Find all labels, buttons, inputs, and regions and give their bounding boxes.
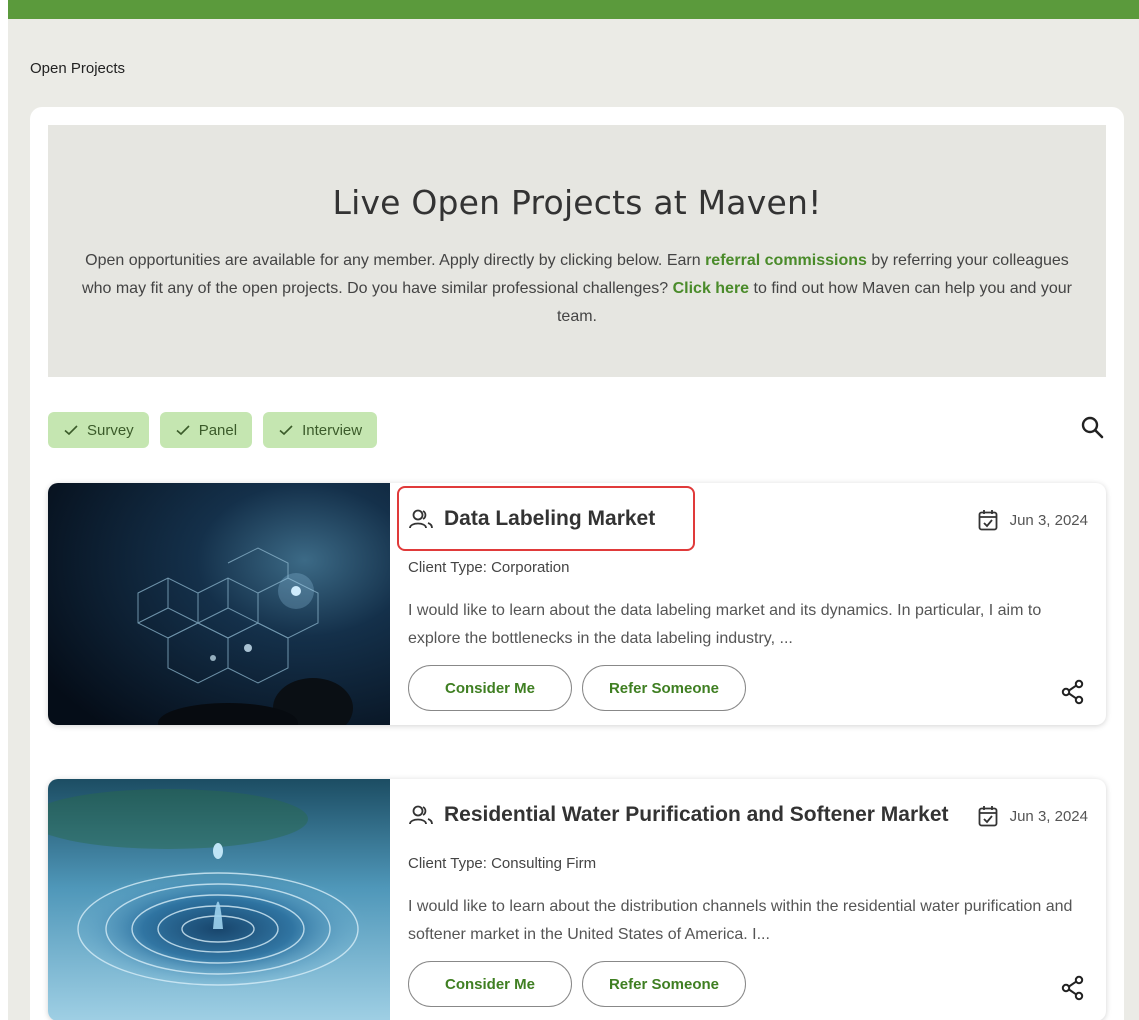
- project-description: I would like to learn about the distribu…: [408, 898, 1073, 943]
- project-date-text: Jun 3, 2024: [1009, 807, 1088, 825]
- filter-chips: Survey Panel Interview: [48, 412, 378, 448]
- project-date: Jun 3, 2024: [978, 805, 1088, 827]
- hero-heading: Live Open Projects at Maven!: [332, 183, 822, 222]
- project-title[interactable]: Data Labeling Market: [408, 507, 655, 531]
- refer-someone-button[interactable]: Refer Someone: [582, 665, 746, 711]
- page-title: Open Projects: [30, 60, 126, 77]
- calendar-check-icon: [978, 806, 997, 827]
- projects-card: Live Open Projects at Maven! Open opport…: [30, 107, 1124, 1020]
- project-title[interactable]: Residential Water Purification and Softe…: [408, 803, 949, 827]
- project-date: Jun 3, 2024: [978, 509, 1088, 531]
- project-body: Data Labeling Market Jun 3, 2024 Client …: [390, 483, 1106, 725]
- check-icon: [176, 425, 190, 436]
- click-here-link[interactable]: Click here: [673, 280, 749, 297]
- filter-chip-label: Panel: [198, 421, 238, 439]
- hero-text-1: Open opportunities are available for any…: [85, 252, 706, 269]
- project-body: Residential Water Purification and Softe…: [390, 779, 1106, 1020]
- project-card[interactable]: Residential Water Purification and Softe…: [48, 779, 1106, 1020]
- client-type: Client Type: Consulting Firm: [408, 855, 597, 872]
- client-type: Client Type: Corporation: [408, 559, 570, 576]
- refer-someone-button[interactable]: Refer Someone: [582, 961, 746, 1007]
- search-icon[interactable]: [1080, 415, 1106, 441]
- check-icon: [64, 425, 78, 436]
- project-image-water: [48, 779, 390, 1020]
- consider-me-button[interactable]: Consider Me: [408, 665, 572, 711]
- project-card[interactable]: Data Labeling Market Jun 3, 2024 Client …: [48, 483, 1106, 725]
- project-title-text: Data Labeling Market: [444, 507, 656, 530]
- project-description: I would like to learn about the data lab…: [408, 602, 1042, 647]
- filter-chip-label: Survey: [87, 421, 134, 439]
- top-accent-bar: [8, 0, 1139, 19]
- filter-chip-survey[interactable]: Survey: [48, 412, 149, 448]
- hero-description: Open opportunities are available for any…: [77, 247, 1077, 331]
- project-title-text: Residential Water Purification and Softe…: [444, 803, 949, 826]
- consider-me-button[interactable]: Consider Me: [408, 961, 572, 1007]
- users-icon: [409, 509, 433, 529]
- hero-banner: Live Open Projects at Maven! Open opport…: [48, 125, 1106, 377]
- filter-chip-panel[interactable]: Panel: [159, 412, 253, 448]
- check-icon: [279, 425, 293, 436]
- referral-commissions-link[interactable]: referral commissions: [705, 252, 867, 269]
- users-icon: [409, 805, 433, 825]
- project-date-text: Jun 3, 2024: [1009, 511, 1088, 529]
- share-icon[interactable]: [1060, 975, 1086, 1001]
- share-icon[interactable]: [1060, 679, 1086, 705]
- filter-chip-interview[interactable]: Interview: [263, 412, 378, 448]
- filter-chip-label: Interview: [302, 421, 363, 439]
- calendar-check-icon: [978, 510, 997, 531]
- project-image-data: [48, 483, 390, 725]
